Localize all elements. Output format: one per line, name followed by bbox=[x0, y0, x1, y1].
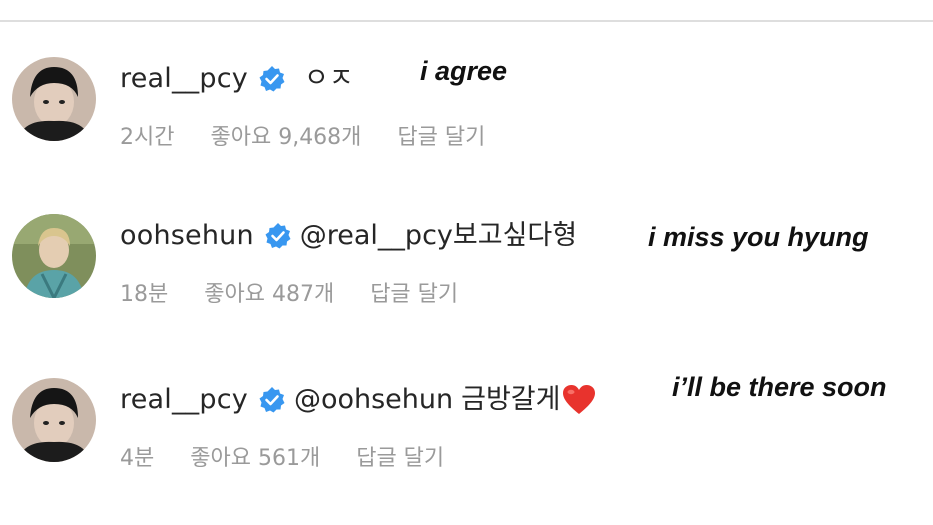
avatar[interactable] bbox=[12, 57, 96, 141]
reply-button[interactable]: 답글 달기 bbox=[356, 440, 444, 472]
heart-icon bbox=[562, 384, 596, 416]
comment-line: real__pcy @oohsehun 금방갈게 bbox=[120, 380, 596, 420]
reply-button[interactable]: 답글 달기 bbox=[397, 119, 485, 151]
comment-line: oohsehun @real__pcy 보고싶다형 bbox=[120, 216, 577, 256]
likes-count[interactable]: 좋아요 487개 bbox=[204, 276, 334, 308]
timestamp[interactable]: 2시간 bbox=[120, 119, 174, 151]
avatar[interactable] bbox=[12, 378, 96, 462]
reply-button[interactable]: 답글 달기 bbox=[370, 276, 458, 308]
avatar[interactable] bbox=[12, 214, 96, 298]
username[interactable]: oohsehun bbox=[120, 216, 254, 256]
likes-count[interactable]: 좋아요 561개 bbox=[190, 440, 320, 472]
comment-line: real__pcy ㅇㅈ bbox=[120, 59, 354, 99]
verified-badge-icon bbox=[264, 222, 292, 250]
username[interactable]: real__pcy bbox=[120, 59, 248, 99]
translation-caption: i’ll be there soon bbox=[672, 372, 887, 402]
timestamp[interactable]: 18분 bbox=[120, 276, 168, 308]
comment-meta: 2시간 좋아요 9,468개 답글 달기 bbox=[120, 119, 521, 151]
verified-badge-icon bbox=[258, 386, 286, 414]
comment-text: 금방갈게 bbox=[461, 384, 561, 415]
mention-link[interactable]: @oohsehun bbox=[294, 380, 453, 420]
timestamp[interactable]: 4분 bbox=[120, 440, 154, 472]
comment-text: ㅇㅈ bbox=[303, 63, 354, 94]
likes-count[interactable]: 좋아요 9,468개 bbox=[210, 119, 361, 151]
username[interactable]: real__pcy bbox=[120, 380, 248, 420]
comment-meta: 4분 좋아요 561개 답글 달기 bbox=[120, 440, 480, 472]
translation-caption: i agree bbox=[420, 56, 508, 86]
comment-text: 보고싶다형 bbox=[452, 220, 578, 251]
translation-caption: i miss you hyung bbox=[648, 222, 869, 252]
comment-meta: 18분 좋아요 487개 답글 달기 bbox=[120, 276, 494, 308]
verified-badge-icon bbox=[258, 65, 286, 93]
top-divider bbox=[0, 20, 933, 22]
mention-link[interactable]: @real__pcy bbox=[300, 216, 453, 256]
